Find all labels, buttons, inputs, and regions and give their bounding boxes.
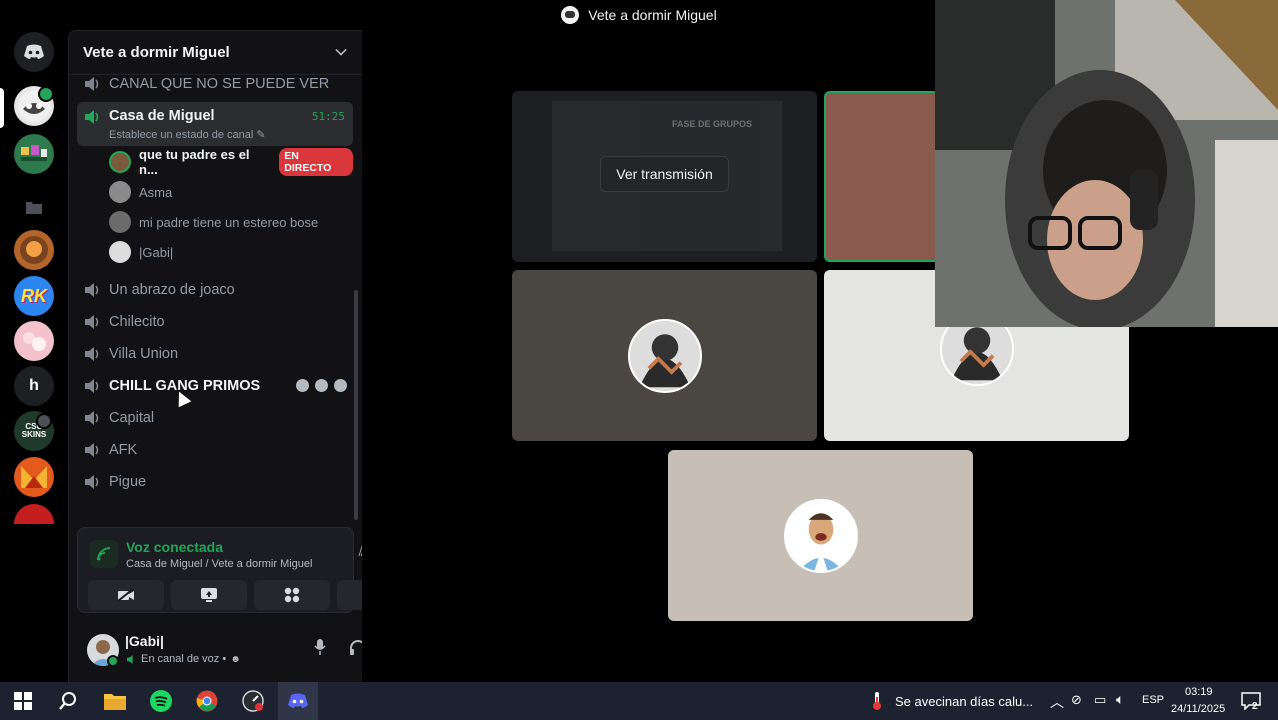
notification-count: 2 bbox=[1252, 701, 1258, 712]
voice-member[interactable]: |Gabi| bbox=[109, 238, 353, 266]
server-rail: RK h CSG SKINS bbox=[0, 30, 68, 682]
server-h[interactable]: h bbox=[14, 366, 54, 406]
voice-status-title: Voz conectada bbox=[126, 539, 223, 555]
server-orange[interactable] bbox=[14, 230, 54, 270]
call-timer: 51:25 bbox=[311, 110, 345, 123]
search-icon[interactable] bbox=[53, 687, 83, 715]
server-pink[interactable] bbox=[14, 321, 54, 361]
channel-chill-gang-primos[interactable]: CHILL GANG PRIMOS bbox=[77, 371, 353, 401]
speaker-icon bbox=[85, 411, 99, 425]
speaker-icon bbox=[85, 283, 99, 297]
avatar bbox=[109, 211, 131, 233]
clock-date[interactable]: 24/11/2025 bbox=[1171, 703, 1225, 715]
speaker-icon bbox=[85, 443, 99, 457]
invite-icon[interactable] bbox=[315, 379, 328, 392]
channel-name: Casa de Miguel bbox=[109, 108, 215, 124]
channel-capital[interactable]: Capital bbox=[77, 403, 353, 433]
server-pixel-art[interactable] bbox=[14, 134, 54, 174]
channel-casa-de-miguel[interactable]: Casa de Miguel 51:25 Establece un estado… bbox=[77, 102, 353, 146]
language-indicator[interactable]: ESP bbox=[1142, 694, 1164, 706]
gear-icon[interactable] bbox=[334, 379, 347, 392]
volume-icon[interactable]: 🔈︎ bbox=[1116, 691, 1124, 708]
avatar bbox=[109, 151, 131, 173]
thermometer-icon[interactable] bbox=[862, 687, 892, 715]
channel-pigue[interactable]: Pigue bbox=[77, 467, 353, 497]
chevron-down-icon[interactable] bbox=[335, 44, 347, 56]
server-orange-red[interactable] bbox=[14, 457, 54, 497]
chrome-icon[interactable] bbox=[192, 687, 222, 715]
voice-member[interactable]: Asma bbox=[109, 178, 353, 206]
webcam-overlay bbox=[935, 0, 1278, 327]
speaker-icon bbox=[85, 475, 99, 489]
weather-widget-text[interactable]: Se avecinan días calu... bbox=[895, 694, 1033, 709]
channel-status-prompt[interactable]: Establece un estado de canal ✎ bbox=[109, 128, 266, 141]
window-title: Vete a dormir Miguel bbox=[588, 7, 717, 23]
watch-stream-button[interactable]: Ver transmisión bbox=[600, 155, 729, 192]
camera-off-button[interactable] bbox=[88, 580, 164, 610]
server-rk[interactable]: RK bbox=[14, 276, 54, 316]
taskbar: Se avecinan días calu... ︿ ⊘ ▭ 🔈︎ ESP 03… bbox=[0, 682, 1278, 720]
channel-canal-que-no-se-puede-ver[interactable]: CANAL QUE NO SE PUEDE VER bbox=[77, 69, 353, 99]
microphone-icon[interactable] bbox=[309, 639, 331, 661]
voice-connected-panel: Voz conectada Casa de Miguel / Vete a do… bbox=[77, 527, 413, 613]
speaker-icon bbox=[85, 315, 99, 329]
app-icon-gauge[interactable] bbox=[238, 687, 268, 715]
server-icon bbox=[561, 6, 580, 24]
activities-button[interactable] bbox=[254, 580, 330, 610]
discord-taskbar-icon[interactable] bbox=[283, 687, 313, 715]
voice-location[interactable]: Casa de Miguel / Vete a dormir Miguel bbox=[126, 558, 312, 570]
participant-tile[interactable] bbox=[512, 270, 817, 441]
avatar bbox=[109, 181, 131, 203]
username: |Gabi| bbox=[125, 633, 164, 649]
speaker-icon bbox=[127, 654, 133, 664]
chat-icon[interactable] bbox=[296, 379, 309, 392]
voice-member[interactable]: mi padre tiene un estereo bose bbox=[109, 208, 353, 236]
avatar bbox=[627, 318, 702, 393]
clock-time[interactable]: 03:19 bbox=[1185, 686, 1213, 698]
folder-icon[interactable] bbox=[14, 187, 54, 227]
avatar bbox=[783, 498, 858, 573]
voice-active-badge bbox=[36, 413, 52, 429]
stream-tile[interactable]: FASE DE GRUPOS Ver transmisión bbox=[512, 91, 817, 262]
speaker-icon bbox=[85, 110, 99, 124]
server-name: Vete a dormir Miguel bbox=[83, 44, 230, 61]
participant-tile[interactable] bbox=[668, 450, 973, 621]
voice-active-badge bbox=[38, 86, 54, 102]
user-panel: |Gabi| En canal de voz • ☻ ⚙ bbox=[69, 627, 403, 683]
monitor-icon[interactable]: ▭ bbox=[1094, 692, 1106, 708]
user-voice-status: En canal de voz • ☻ bbox=[127, 653, 241, 665]
chevron-up-icon[interactable]: ︿ bbox=[1050, 692, 1064, 712]
speaker-icon bbox=[85, 347, 99, 361]
channel-afk[interactable]: AFK bbox=[77, 435, 353, 465]
signal-icon[interactable] bbox=[90, 540, 118, 568]
notifications-icon[interactable] bbox=[1236, 687, 1266, 715]
screen-share-button[interactable] bbox=[171, 580, 247, 610]
speaker-icon bbox=[85, 77, 99, 91]
channel-actions bbox=[296, 379, 347, 392]
live-badge: EN DIRECTO bbox=[279, 148, 353, 176]
voice-member[interactable]: que tu padre es el n... EN DIRECTO bbox=[109, 147, 353, 177]
discord-home-icon[interactable] bbox=[14, 32, 54, 72]
emoji-icon: ☻ bbox=[230, 653, 241, 665]
channel-scrollbar[interactable] bbox=[354, 290, 358, 520]
channel-panel: Vete a dormir Miguel CANAL QUE NO SE PUE… bbox=[68, 30, 413, 683]
pencil-icon: ✎ bbox=[256, 129, 266, 141]
channel-villa-union[interactable]: Villa Union bbox=[77, 339, 353, 369]
file-explorer-icon[interactable] bbox=[100, 687, 130, 715]
selected-server-pill bbox=[0, 88, 4, 128]
channel-un-abrazo-de-joaco[interactable]: Un abrazo de joaco bbox=[77, 275, 353, 305]
spotify-icon[interactable] bbox=[146, 687, 176, 715]
online-status-dot bbox=[107, 655, 119, 667]
avatar bbox=[109, 241, 131, 263]
server-red-partial[interactable] bbox=[14, 504, 54, 524]
network-off-icon[interactable]: ⊘ bbox=[1071, 692, 1082, 708]
speaker-icon bbox=[85, 379, 99, 393]
windows-start-icon[interactable] bbox=[8, 687, 38, 715]
discord-app: Vete a dormir Miguel RK h CSG SKINS Vete… bbox=[0, 0, 1278, 682]
channel-chilecito[interactable]: Chilecito bbox=[77, 307, 353, 337]
